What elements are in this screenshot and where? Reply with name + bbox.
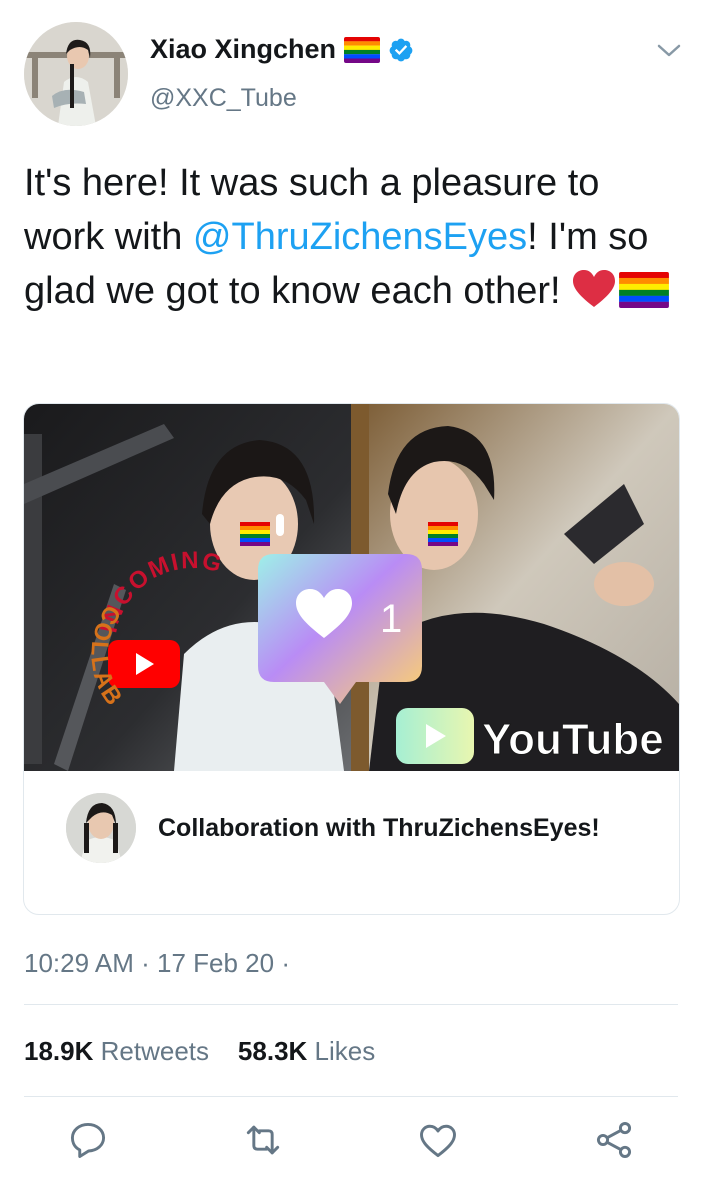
chevron-down-icon[interactable] bbox=[654, 38, 684, 62]
author-name-row[interactable]: Xiao Xingchen bbox=[150, 34, 414, 65]
divider bbox=[24, 1096, 678, 1097]
retweet-icon[interactable] bbox=[241, 1118, 285, 1162]
author-avatar[interactable] bbox=[24, 22, 128, 126]
retweets-count: 18.9K bbox=[24, 1036, 94, 1066]
youtube-wordmark: YouTube bbox=[482, 715, 664, 764]
author-handle[interactable]: @XXC_Tube bbox=[150, 84, 297, 113]
author-name[interactable]: Xiao Xingchen bbox=[150, 34, 336, 65]
meta-separator: · bbox=[281, 948, 290, 978]
svg-text:COLLAB: COLLAB bbox=[85, 601, 128, 712]
link-card[interactable]: INCOMING COLLAB 1 YouTube Collaboration … bbox=[23, 403, 680, 915]
verified-badge-icon bbox=[388, 37, 414, 63]
likes-stat[interactable]: 58.3K Likes bbox=[238, 1036, 375, 1066]
likes-count: 58.3K bbox=[237, 1036, 308, 1066]
meta-separator: · bbox=[141, 948, 150, 978]
card-avatar bbox=[66, 793, 136, 863]
red-heart-icon bbox=[571, 269, 617, 324]
action-bar bbox=[0, 1118, 702, 1162]
reply-icon[interactable] bbox=[66, 1118, 110, 1162]
divider bbox=[24, 1004, 678, 1005]
card-thumbnail[interactable]: INCOMING COLLAB 1 YouTube bbox=[24, 404, 679, 771]
like-icon[interactable] bbox=[416, 1118, 460, 1162]
share-icon[interactable] bbox=[592, 1118, 636, 1162]
tweet-stats: 18.9K Retweets 58.3K Likes bbox=[24, 1036, 375, 1067]
retweets-label: Retweets bbox=[100, 1036, 210, 1066]
tweet-date: 17 Feb 20 bbox=[157, 948, 275, 978]
card-footer[interactable]: Collaboration with ThruZichensEyes! bbox=[24, 771, 679, 914]
likes-label: Likes bbox=[314, 1036, 376, 1066]
tweet-timestamp[interactable]: 10:29 AM · 17 Feb 20 · bbox=[24, 948, 290, 979]
rainbow-flag-icon bbox=[619, 272, 670, 308]
rainbow-flag-icon bbox=[344, 36, 381, 63]
mention-link[interactable]: @ThruZichensEyes bbox=[193, 216, 527, 258]
tweet-time: 10:29 AM bbox=[24, 948, 134, 978]
card-title[interactable]: Collaboration with ThruZichensEyes! bbox=[158, 814, 600, 843]
like-count-text: 1 bbox=[380, 597, 402, 641]
tweet-text: It's here! It was such a pleasure to wor… bbox=[24, 156, 684, 324]
retweets-stat[interactable]: 18.9K Retweets bbox=[24, 1036, 209, 1066]
arc-bottom-text: COLLAB bbox=[85, 601, 126, 712]
